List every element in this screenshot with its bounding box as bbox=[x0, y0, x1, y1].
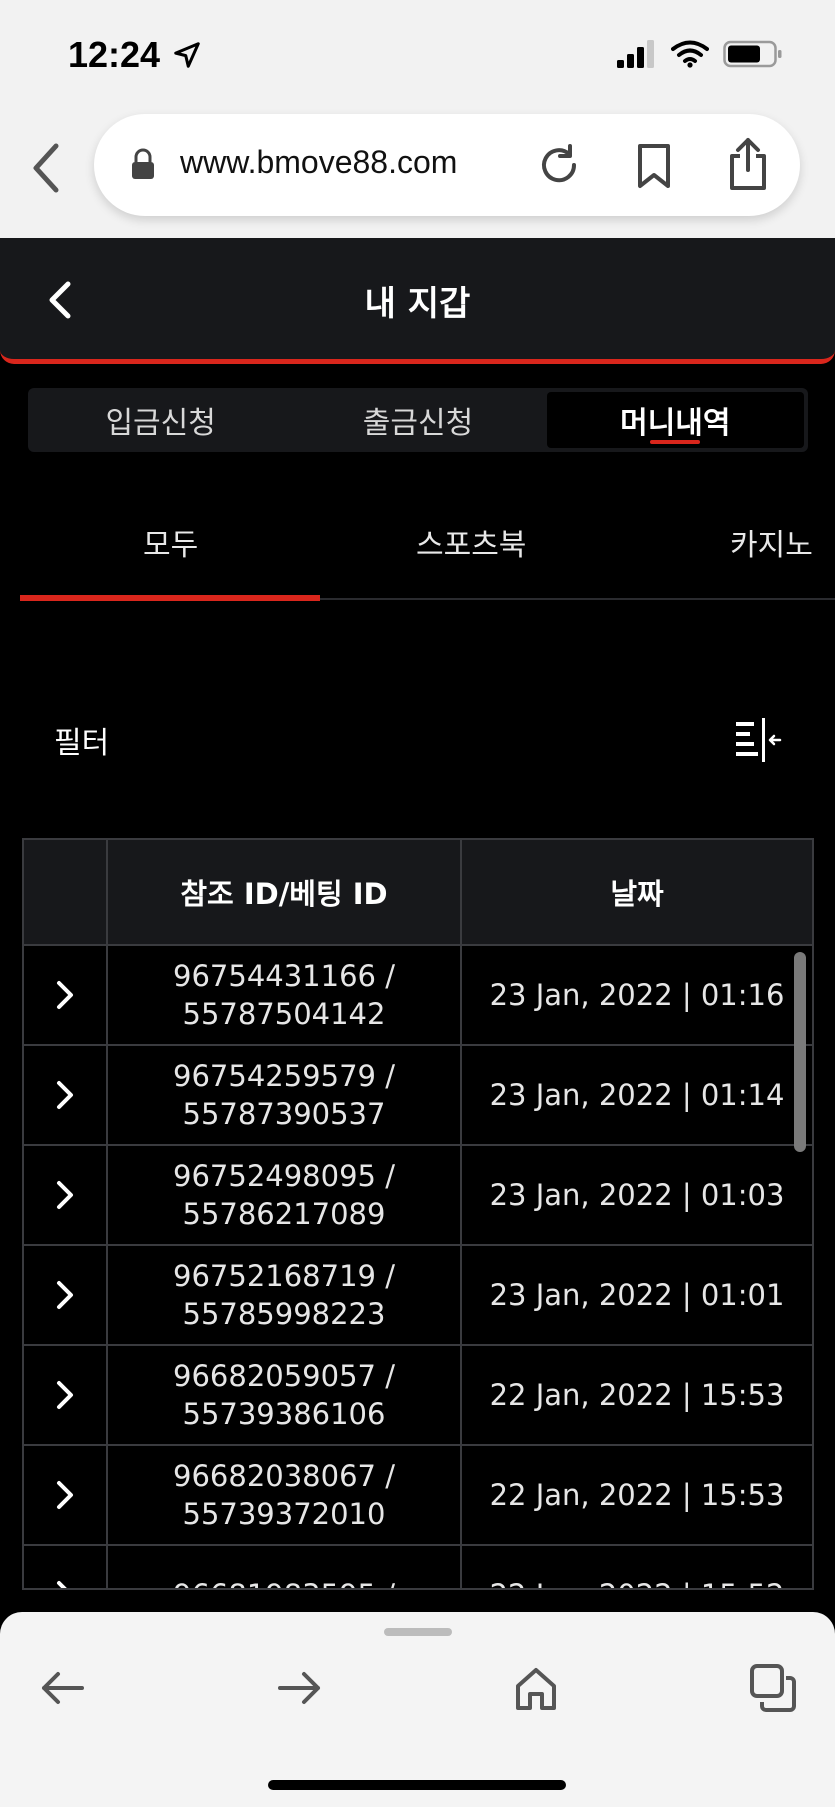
table-header-cell bbox=[24, 840, 108, 944]
bet-id: 55787390537 bbox=[182, 1097, 386, 1131]
chevron-right-icon[interactable] bbox=[54, 1479, 76, 1511]
tab-casino[interactable]: 카지노 bbox=[730, 520, 813, 564]
table-row[interactable]: 96681983595 / 22 Jan, 2022 | 15:52 bbox=[24, 1546, 812, 1590]
url-text: www.bmove88.com bbox=[180, 144, 458, 180]
ref-id: 96754259579 / bbox=[173, 1059, 395, 1093]
bet-id: 55787504142 bbox=[182, 997, 386, 1031]
chevron-right-icon[interactable] bbox=[54, 1579, 76, 1590]
table-row[interactable]: 96754259579 / 55787390537 23 Jan, 2022 | … bbox=[24, 1046, 812, 1146]
expand-cell[interactable] bbox=[24, 1546, 108, 1590]
table-header-cell: 참조 ID/베팅 ID bbox=[108, 840, 462, 944]
expand-cell[interactable] bbox=[24, 946, 108, 1044]
tabs-icon[interactable] bbox=[746, 1662, 798, 1714]
tab-all[interactable]: 모두 bbox=[143, 520, 198, 564]
expand-cell[interactable] bbox=[24, 1246, 108, 1344]
battery-icon bbox=[723, 40, 782, 68]
filter-label: 필터 bbox=[54, 726, 110, 761]
location-arrow-icon bbox=[174, 42, 200, 68]
tab-label: 출금신청 bbox=[362, 406, 474, 441]
filter-sort-icon[interactable] bbox=[734, 718, 782, 762]
ref-id-cell: 96752498095 / 55786217089 bbox=[108, 1146, 462, 1244]
table-row[interactable]: 96752168719 / 55785998223 23 Jan, 2022 | … bbox=[24, 1246, 812, 1346]
category-tabs: 모두 스포츠북 카지노 bbox=[20, 490, 835, 601]
ref-id-cell: 96754259579 / 55787390537 bbox=[108, 1046, 462, 1144]
page-title: 내 지갑 bbox=[364, 284, 471, 324]
ref-id-cell: 96682038067 / 55739372010 bbox=[108, 1446, 462, 1544]
date-cell: 23 Jan, 2022 | 01:03 bbox=[489, 1178, 785, 1212]
tab-sportsbook[interactable]: 스포츠북 bbox=[416, 520, 526, 564]
tab-label: 입금신청 bbox=[105, 406, 216, 441]
table-row[interactable]: 96682059057 / 55739386106 22 Jan, 2022 | … bbox=[24, 1346, 812, 1446]
bet-id: 55785998223 bbox=[182, 1297, 386, 1331]
wallet-header: 내 지갑 bbox=[0, 238, 835, 364]
tab-deposit[interactable]: 입금신청 bbox=[32, 392, 289, 448]
ref-id-cell: 96752168719 / 55785998223 bbox=[108, 1246, 462, 1344]
status-icons bbox=[617, 40, 783, 68]
date-cell: 23 Jan, 2022 | 01:14 bbox=[489, 1078, 785, 1112]
bet-id: 55739372010 bbox=[182, 1497, 386, 1531]
reload-icon[interactable] bbox=[534, 140, 584, 190]
table-row[interactable]: 96682038067 / 55739372010 22 Jan, 2022 | … bbox=[24, 1446, 812, 1546]
active-category-indicator bbox=[20, 595, 320, 601]
expand-cell[interactable] bbox=[24, 1046, 108, 1144]
expand-cell[interactable] bbox=[24, 1146, 108, 1244]
ref-id: 96752498095 / bbox=[173, 1159, 395, 1193]
ref-id: 96682038067 / bbox=[173, 1459, 395, 1493]
table-scrollbar[interactable] bbox=[794, 952, 806, 1152]
ref-id: 96682059057 / bbox=[173, 1359, 395, 1393]
chevron-right-icon[interactable] bbox=[54, 1279, 76, 1311]
forward-icon[interactable] bbox=[274, 1662, 326, 1714]
date-cell: 22 Jan, 2022 | 15:53 bbox=[489, 1478, 785, 1512]
home-icon[interactable] bbox=[510, 1662, 562, 1714]
chevron-right-icon[interactable] bbox=[54, 979, 76, 1011]
bookmark-icon[interactable] bbox=[632, 142, 676, 190]
expand-cell[interactable] bbox=[24, 1446, 108, 1544]
bet-id: 55786217089 bbox=[182, 1197, 386, 1231]
ref-id: 96752168719 / bbox=[173, 1259, 395, 1293]
share-icon[interactable] bbox=[724, 136, 772, 192]
ref-id-cell: 96754431166 / 55787504142 bbox=[108, 946, 462, 1044]
browser-back-icon[interactable] bbox=[28, 138, 68, 198]
browser-bottom-toolbar bbox=[0, 1612, 835, 1807]
ref-id: 96681983595 / bbox=[173, 1576, 395, 1588]
home-indicator bbox=[268, 1780, 566, 1790]
chevron-right-icon[interactable] bbox=[54, 1079, 76, 1111]
table-header-cell: 날짜 bbox=[610, 877, 664, 911]
lock-icon bbox=[132, 148, 154, 179]
toolbar-grabber[interactable] bbox=[384, 1628, 452, 1636]
address-bar[interactable]: www.bmove88.com bbox=[94, 114, 800, 216]
date-cell: 22 Jan, 2022 | 15:52 bbox=[462, 1546, 812, 1588]
bet-id: 55739386106 bbox=[182, 1397, 386, 1431]
tab-money-history[interactable]: 머니내역 bbox=[546, 392, 804, 448]
cellular-signal-icon bbox=[617, 40, 654, 68]
tab-withdraw[interactable]: 출금신청 bbox=[289, 392, 546, 448]
status-time: 12:24 bbox=[68, 34, 161, 75]
expand-cell[interactable] bbox=[24, 1346, 108, 1444]
status-bar: 12:24 bbox=[0, 0, 835, 108]
table-row[interactable]: 96752498095 / 55786217089 23 Jan, 2022 | … bbox=[24, 1146, 812, 1246]
tab-label: 머니내역 bbox=[620, 406, 731, 441]
money-history-table: 참조 ID/베팅 ID 날짜 96754431166 / 55787504142 … bbox=[22, 838, 814, 1590]
ref-id-cell: 96681983595 / bbox=[108, 1546, 462, 1588]
chevron-right-icon[interactable] bbox=[54, 1179, 76, 1211]
ref-id: 96754431166 / bbox=[173, 959, 395, 993]
wallet-tabs: 입금신청 출금신청 머니내역 bbox=[28, 388, 808, 452]
date-cell: 23 Jan, 2022 | 01:01 bbox=[489, 1278, 785, 1312]
table-header: 참조 ID/베팅 ID 날짜 bbox=[24, 840, 812, 946]
date-cell: 22 Jan, 2022 | 15:53 bbox=[489, 1378, 785, 1412]
browser-toolbar: www.bmove88.com bbox=[0, 108, 835, 238]
chevron-right-icon[interactable] bbox=[54, 1379, 76, 1411]
active-tab-underline bbox=[650, 440, 701, 444]
table-row[interactable]: 96754431166 / 55787504142 23 Jan, 2022 | … bbox=[24, 946, 812, 1046]
ref-id-cell: 96682059057 / 55739386106 bbox=[108, 1346, 462, 1444]
back-icon[interactable] bbox=[36, 1662, 88, 1714]
date-cell: 23 Jan, 2022 | 01:16 bbox=[489, 978, 785, 1012]
wifi-icon bbox=[671, 40, 709, 68]
